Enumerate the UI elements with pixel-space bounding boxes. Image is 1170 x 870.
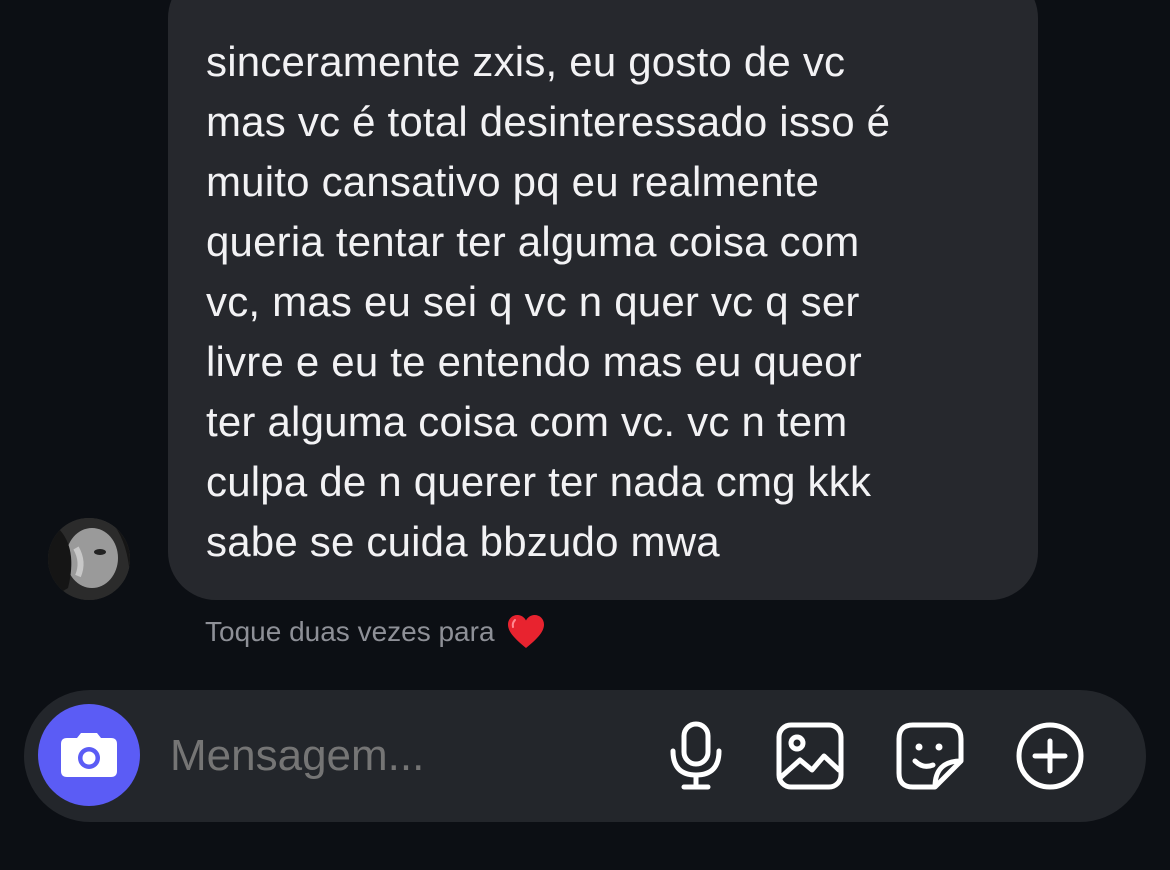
message-text: sinceramente zxis, eu gosto de vc mas vc… bbox=[206, 32, 1006, 572]
avatar[interactable] bbox=[48, 518, 130, 600]
message-line: livre e eu te entendo mas eu queor bbox=[206, 338, 862, 385]
message-line: queria tentar ter alguma coisa com bbox=[206, 218, 860, 265]
avatar-photo bbox=[48, 518, 130, 600]
message-line: sabe se cuida bbzudo mwa bbox=[206, 518, 720, 565]
plus-circle-icon bbox=[1016, 722, 1084, 790]
camera-icon bbox=[61, 733, 117, 777]
message-line: muito cansativo pq eu realmente bbox=[206, 158, 820, 205]
more-button[interactable] bbox=[1014, 720, 1086, 792]
message-input[interactable] bbox=[170, 728, 590, 784]
message-line: culpa de n querer ter nada cmg kkk bbox=[206, 458, 872, 505]
microphone-button[interactable] bbox=[660, 720, 732, 792]
message-line: mas vc é total desinteressado isso é bbox=[206, 98, 891, 145]
image-icon bbox=[776, 722, 844, 790]
gallery-button[interactable] bbox=[774, 720, 846, 792]
message-line: sinceramente zxis, eu gosto de vc bbox=[206, 38, 846, 85]
camera-button[interactable] bbox=[38, 704, 140, 806]
message-line: vc, mas eu sei q vc n quer vc q ser bbox=[206, 278, 860, 325]
red-heart-icon bbox=[507, 614, 545, 650]
sticker-icon bbox=[896, 722, 964, 790]
sticker-button[interactable] bbox=[894, 720, 966, 792]
double-tap-hint: Toque duas vezes para bbox=[205, 612, 545, 652]
message-line: ter alguma coisa com vc. vc n tem bbox=[206, 398, 848, 445]
hint-text: Toque duas vezes para bbox=[205, 616, 495, 647]
microphone-icon bbox=[670, 721, 722, 790]
